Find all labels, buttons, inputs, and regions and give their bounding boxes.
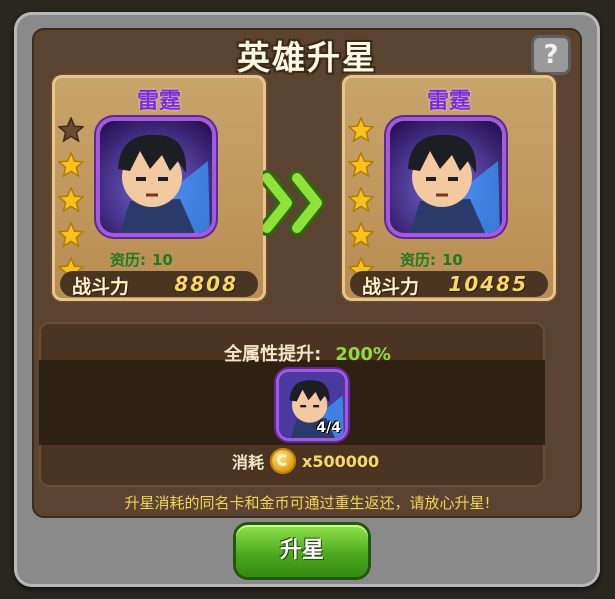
star-filled-icon <box>347 186 375 213</box>
refund-note: 升星消耗的同名卡和金币可通过重生返还，请放心升星! <box>124 494 491 512</box>
hero-portrait-image <box>390 121 502 233</box>
cost-amount: x500000 <box>302 451 380 471</box>
qualification: 资历: 10 <box>400 249 463 270</box>
hero-name: 雷霆 <box>426 89 471 114</box>
star-filled-icon <box>57 221 85 248</box>
power-bar: 战斗力 8808 <box>60 271 258 298</box>
qualification: 资历: 10 <box>110 249 173 270</box>
star-rating <box>347 116 378 292</box>
bonus-text: 全属性提升: 200% <box>0 340 615 366</box>
hero-portrait-image <box>100 121 212 233</box>
star-filled-icon <box>57 151 85 178</box>
gold-coin-icon <box>270 448 297 474</box>
bonus-label: 全属性提升: <box>224 344 322 365</box>
power-bar: 战斗力 10485 <box>350 271 548 298</box>
bonus-value: 200% <box>335 344 391 365</box>
hero-portrait[interactable] <box>390 121 502 233</box>
star-rating <box>57 116 88 292</box>
power-value: 10485 <box>448 272 528 296</box>
help-button[interactable]: ? <box>531 35 571 75</box>
upgrade-star-button[interactable]: 升星 <box>236 525 368 577</box>
qualification-value: 10 <box>152 251 173 269</box>
power-value: 8808 <box>174 272 238 296</box>
qualification-value: 10 <box>442 251 463 269</box>
qualification-label: 资历: <box>110 251 146 269</box>
qualification-label: 资历: <box>400 251 436 269</box>
power-label: 战斗力 <box>72 276 130 298</box>
star-filled-icon <box>347 116 375 143</box>
cost-row: 消耗 x500000 <box>232 446 379 476</box>
star-empty-icon <box>57 116 85 143</box>
power-label: 战斗力 <box>362 276 420 298</box>
star-filled-icon <box>347 221 375 248</box>
star-filled-icon <box>57 186 85 213</box>
cost-label: 消耗 <box>232 453 265 472</box>
material-card[interactable]: 4/4 <box>279 372 345 438</box>
hero-portrait[interactable] <box>100 121 212 233</box>
hero-name: 雷霆 <box>136 89 181 114</box>
material-count: 4/4 <box>316 420 341 436</box>
double-chevron-right-icon <box>263 170 325 236</box>
star-filled-icon <box>347 151 375 178</box>
next-hero-card: 雷霆 资历: 10 战斗力 10485 <box>342 75 556 301</box>
dialog-title: 英雄升星 <box>237 38 377 77</box>
current-hero-card: 雷霆 资历: 10 战斗力 8808 <box>52 75 266 301</box>
